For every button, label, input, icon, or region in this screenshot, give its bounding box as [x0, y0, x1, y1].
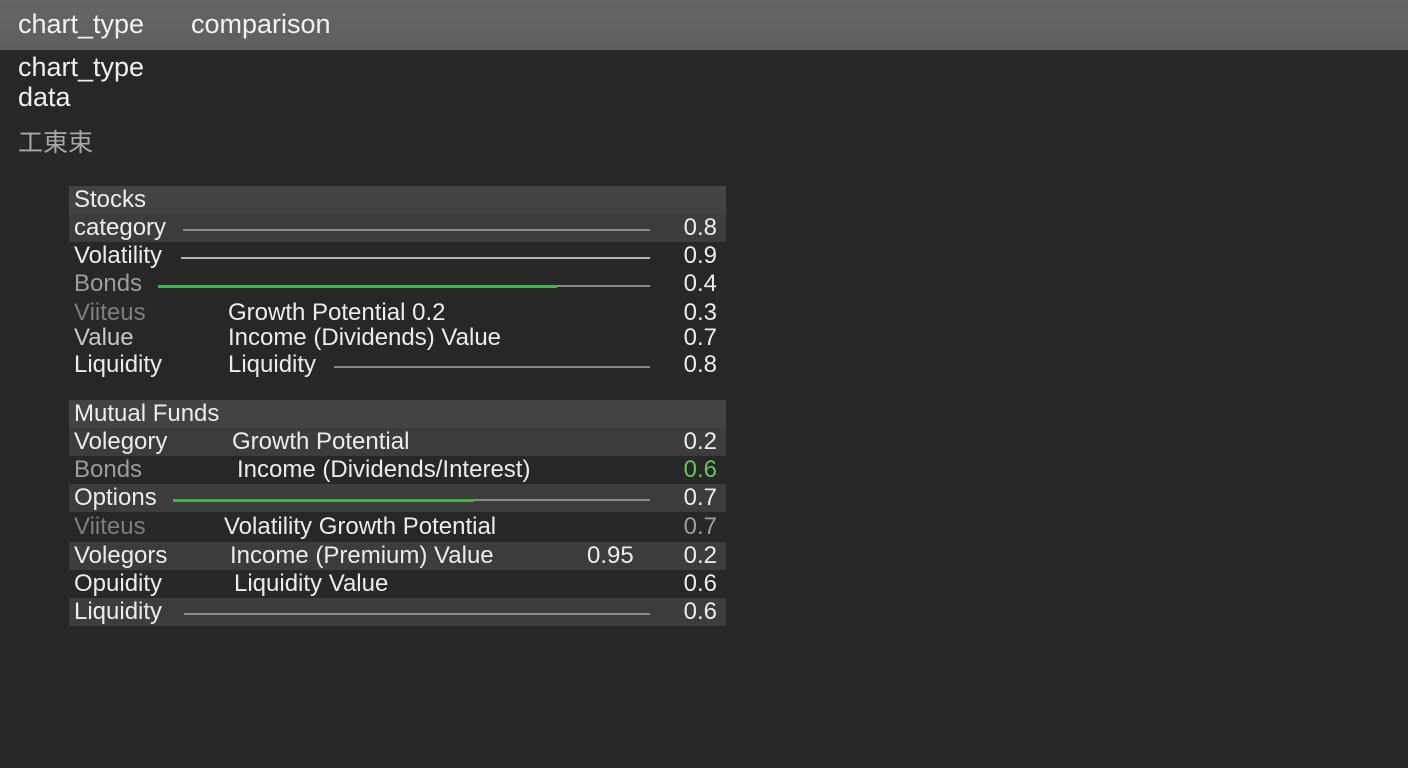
row-value: 0.9: [683, 242, 717, 269]
row-label: Value: [74, 324, 134, 351]
stocks-row: Viiteus Growth Potential 0.2 0.3: [69, 298, 726, 326]
row-track: [334, 366, 650, 368]
row-description: Income (Premium) Value: [230, 542, 494, 569]
row-label: Volatility: [74, 242, 163, 269]
mutual-funds-row: Options 0.7: [69, 484, 726, 512]
row-label: Opuidity: [74, 570, 163, 597]
row-value: 0.8: [683, 351, 717, 378]
mutual-funds-panel: Mutual Funds Volegory Growth Potential 0…: [69, 400, 726, 626]
cjk-glyphs: 工東束: [18, 128, 94, 157]
row-progress-fill: [158, 284, 557, 288]
row-description: Income (Dividends/Interest): [237, 456, 531, 483]
sub-header-line-1: chart_type: [18, 52, 145, 82]
row-track: [181, 257, 650, 259]
row-label: Liquidity: [74, 351, 163, 378]
header-value: comparison: [191, 9, 331, 39]
row-extra-value: 0.95: [587, 542, 634, 569]
row-description: Income (Dividends) Value: [228, 324, 502, 351]
mutual-funds-row: Viiteus Volatility Growth Potential 0.7: [69, 512, 726, 542]
row-value: 0.8: [683, 214, 717, 241]
row-progress-fill: [173, 498, 474, 502]
stocks-row: Liquidity Liquidity 0.8: [69, 351, 726, 379]
row-value: 0.6: [683, 598, 717, 625]
row-label: Options: [74, 484, 157, 511]
mutual-funds-row: Opuidity Liquidity Value 0.6: [69, 570, 726, 598]
stocks-title: Stocks: [69, 186, 726, 214]
mutual-funds-row: Volegors Income (Premium) Value 0.95 0.2: [69, 542, 726, 570]
row-label: Volegors: [74, 542, 168, 569]
row-label: category: [74, 214, 167, 241]
row-label: Bonds: [74, 270, 143, 297]
stocks-panel: Stocks category 0.8 Volatility 0.9 Bonds…: [69, 186, 726, 379]
row-value: 0.7: [683, 513, 717, 540]
row-label: Viiteus: [74, 513, 146, 540]
row-value: 0.7: [683, 484, 717, 511]
row-label: Volegory: [74, 428, 168, 455]
stocks-row: Volatility 0.9: [69, 242, 726, 270]
header-key: chart_type: [18, 9, 145, 39]
row-description: Liquidity Value: [234, 570, 389, 597]
mutual-funds-row: Liquidity 0.6: [69, 598, 726, 626]
row-description: Volatility Growth Potential: [224, 513, 497, 540]
stocks-row: Bonds 0.4: [69, 270, 726, 298]
row-description: Liquidity: [228, 351, 317, 378]
row-value: 0.7: [683, 324, 717, 351]
row-label: Bonds: [74, 456, 143, 483]
top-bar: chart_type comparison: [0, 0, 1408, 50]
row-value: 0.6: [683, 456, 717, 483]
row-progress-bar: [158, 284, 650, 288]
mutual-funds-row: Volegory Growth Potential 0.2: [69, 428, 726, 456]
row-description: Growth Potential: [232, 428, 410, 455]
sub-header-line-2: data: [18, 82, 71, 112]
row-track: [183, 229, 650, 231]
row-value: 0.2: [683, 428, 717, 455]
row-value: 0.2: [683, 542, 717, 569]
stocks-row: Value Income (Dividends) Value 0.7: [69, 324, 726, 351]
row-value: 0.6: [683, 570, 717, 597]
row-value: 0.4: [683, 270, 717, 297]
row-label: Liquidity: [74, 598, 163, 625]
stocks-row: category 0.8: [69, 214, 726, 242]
row-track: [184, 613, 650, 615]
row-progress-bar: [173, 498, 650, 502]
mutual-funds-title: Mutual Funds: [69, 400, 726, 428]
mutual-funds-row: Bonds Income (Dividends/Interest) 0.6: [69, 456, 726, 484]
